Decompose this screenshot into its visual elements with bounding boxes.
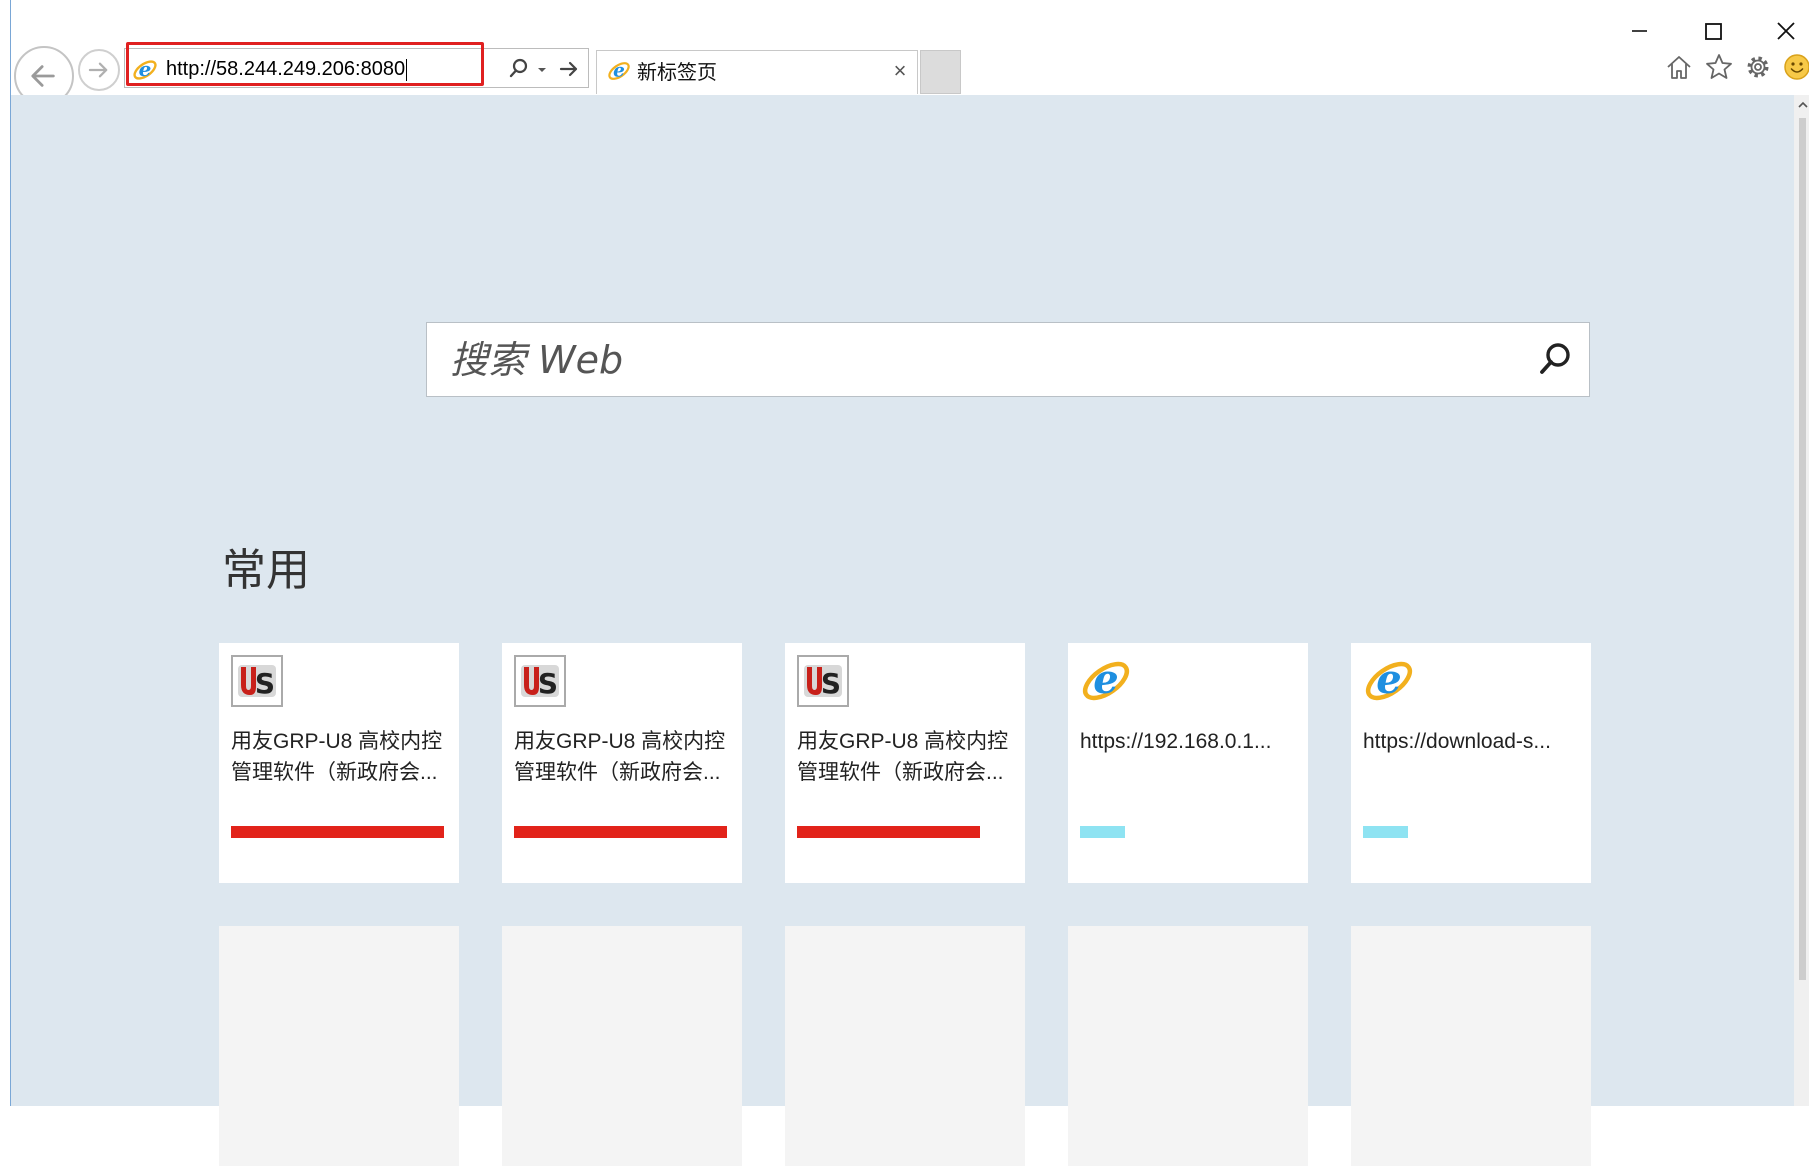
scrollbar-thumb[interactable] bbox=[1799, 118, 1806, 980]
empty-tile[interactable] bbox=[1068, 926, 1308, 1166]
address-search-button[interactable] bbox=[506, 54, 530, 84]
svg-text:e: e bbox=[613, 61, 625, 82]
close-window-button[interactable] bbox=[1766, 14, 1806, 48]
arrow-right-icon bbox=[88, 62, 108, 78]
frequent-section-title: 常用 bbox=[222, 546, 310, 595]
frequent-tile[interactable]: S 用友GRP-U8 高校内控 管理软件（新政府会... bbox=[219, 643, 459, 883]
svg-text:e: e bbox=[1376, 656, 1401, 703]
maximize-icon bbox=[1705, 23, 1722, 40]
home-button[interactable] bbox=[1664, 52, 1694, 82]
empty-tile[interactable] bbox=[219, 926, 459, 1166]
tile-title-line2: 管理软件（新政府会... bbox=[797, 761, 1004, 784]
tile-title-line1: 用友GRP-U8 高校内控 bbox=[231, 730, 443, 753]
tab-title: 新标签页 bbox=[637, 62, 717, 84]
forward-button[interactable] bbox=[78, 49, 120, 91]
ie-icon: e bbox=[1363, 655, 1415, 707]
go-arrow-icon bbox=[559, 61, 578, 77]
visit-frequency-bar bbox=[231, 826, 444, 838]
tile-title-line1: https://download-s... bbox=[1363, 730, 1551, 753]
search-button[interactable] bbox=[1533, 337, 1577, 381]
new-tab-button[interactable] bbox=[920, 50, 961, 94]
go-button[interactable] bbox=[557, 54, 581, 84]
svg-text:e: e bbox=[1093, 656, 1118, 703]
feedback-button[interactable] bbox=[1782, 52, 1809, 82]
empty-tile[interactable] bbox=[785, 926, 1025, 1166]
tile-title: https://192.168.0.1... bbox=[1080, 726, 1300, 757]
tile-title-line1: 用友GRP-U8 高校内控 bbox=[514, 730, 726, 753]
favorites-button[interactable] bbox=[1704, 52, 1734, 82]
smiley-icon bbox=[1784, 54, 1809, 80]
star-icon bbox=[1706, 54, 1732, 79]
yonyou-logo-icon: S bbox=[797, 655, 849, 707]
visit-frequency-bar bbox=[1363, 826, 1408, 838]
minimize-icon bbox=[1632, 30, 1647, 32]
svg-text:S: S bbox=[821, 667, 841, 700]
tile-title: 用友GRP-U8 高校内控 管理软件（新政府会... bbox=[797, 726, 1017, 788]
empty-tile[interactable] bbox=[1351, 926, 1591, 1166]
tab-close-button[interactable]: × bbox=[888, 58, 912, 84]
visit-frequency-bar bbox=[1080, 826, 1125, 838]
frequent-tile[interactable]: e https://192.168.0.1... bbox=[1068, 643, 1308, 883]
search-icon bbox=[509, 58, 528, 78]
svg-text:S: S bbox=[538, 667, 558, 700]
maximize-button[interactable] bbox=[1693, 14, 1733, 48]
frequent-tile[interactable]: S 用友GRP-U8 高校内控 管理软件（新政府会... bbox=[502, 643, 742, 883]
minimize-button[interactable] bbox=[1620, 14, 1660, 48]
svg-text:S: S bbox=[255, 667, 275, 700]
search-input[interactable] bbox=[448, 334, 1502, 386]
ie-icon: e bbox=[132, 57, 158, 83]
ie-icon: e bbox=[607, 59, 631, 83]
gear-icon bbox=[1747, 56, 1769, 78]
settings-button[interactable] bbox=[1743, 52, 1773, 82]
svg-text:e: e bbox=[139, 57, 152, 81]
address-dropdown-button[interactable] bbox=[535, 54, 549, 84]
yonyou-logo-icon: S bbox=[514, 655, 566, 707]
scroll-up-arrow-icon[interactable] bbox=[1797, 98, 1809, 112]
home-icon bbox=[1667, 56, 1691, 79]
visit-frequency-bar bbox=[797, 826, 980, 838]
close-icon bbox=[1777, 22, 1795, 40]
yonyou-logo-icon: S bbox=[231, 655, 283, 707]
chevron-down-icon bbox=[538, 68, 546, 72]
tile-title: 用友GRP-U8 高校内控 管理软件（新政府会... bbox=[514, 726, 734, 788]
frequent-tile[interactable]: e https://download-s... bbox=[1351, 643, 1591, 883]
tile-title-line1: https://192.168.0.1... bbox=[1080, 730, 1272, 753]
tile-title: 用友GRP-U8 高校内控 管理软件（新政府会... bbox=[231, 726, 451, 788]
tile-title-line2: 管理软件（新政府会... bbox=[514, 761, 721, 784]
tile-title: https://download-s... bbox=[1363, 726, 1583, 757]
visit-frequency-bar bbox=[514, 826, 727, 838]
ie-icon: e bbox=[1080, 655, 1132, 707]
tile-title-line1: 用友GRP-U8 高校内控 bbox=[797, 730, 1009, 753]
search-icon bbox=[1540, 343, 1570, 374]
frequent-tile[interactable]: S 用友GRP-U8 高校内控 管理软件（新政府会... bbox=[785, 643, 1025, 883]
empty-tile[interactable] bbox=[502, 926, 742, 1166]
tile-title-line2: 管理软件（新政府会... bbox=[231, 761, 438, 784]
address-url[interactable]: http://58.244.249.206:8080 bbox=[166, 56, 408, 82]
